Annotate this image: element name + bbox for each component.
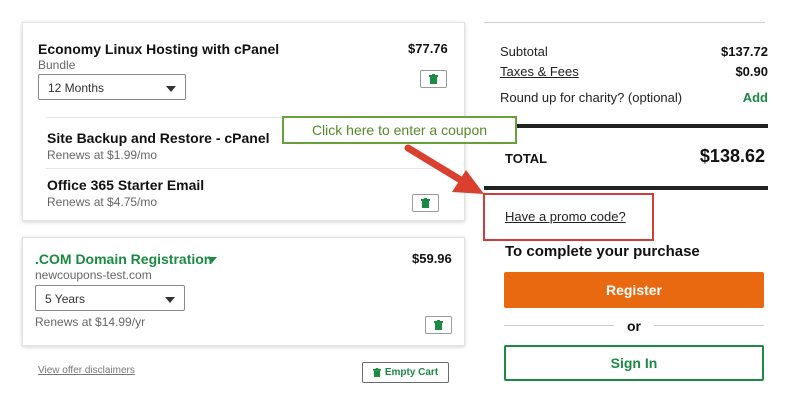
addon-divider (46, 168, 451, 169)
product-price: $77.76 (408, 41, 448, 56)
remove-product-button[interactable] (420, 70, 447, 88)
or-divider-right (654, 325, 764, 326)
term-select-value: 12 Months (48, 81, 105, 95)
chevron-down-icon (165, 297, 175, 303)
charity-label: Round up for charity? (optional) (500, 90, 683, 105)
term-select[interactable]: 12 Months (38, 74, 186, 100)
subtotal-label: Subtotal (500, 44, 548, 59)
addon-name: Site Backup and Restore - cPanel (47, 130, 270, 146)
trash-icon (429, 74, 438, 84)
chevron-down-icon[interactable] (207, 257, 217, 263)
total-label: TOTAL (505, 151, 548, 166)
domain-product-link[interactable]: .COM Domain Registration (35, 251, 212, 267)
taxes-row: Taxes & Fees $0.90 (500, 64, 768, 79)
addon-name: Office 365 Starter Email (47, 177, 205, 193)
domain-term-select[interactable]: 5 Years (35, 285, 185, 311)
or-label: or (627, 318, 641, 334)
product-name: Economy Linux Hosting with cPanel (38, 41, 280, 57)
domain-term-value: 5 Years (45, 292, 86, 306)
charity-row: Round up for charity? (optional) Add (500, 90, 768, 105)
domain-renew: Renews at $14.99/yr (35, 315, 146, 329)
trash-icon (434, 320, 443, 330)
total-bottom-rule (484, 186, 768, 190)
product-type: Bundle (38, 58, 76, 72)
promo-highlight-box (483, 193, 654, 241)
total-top-rule (484, 124, 768, 128)
domain-price: $59.96 (412, 251, 452, 266)
taxes-value: $0.90 (735, 64, 768, 79)
domain-name: newcoupons-test.com (35, 268, 152, 282)
sign-in-button[interactable]: Sign In (504, 345, 764, 381)
remove-domain-button[interactable] (425, 316, 452, 334)
or-divider-left (504, 325, 614, 326)
trash-icon (372, 368, 381, 377)
chevron-down-icon (166, 86, 176, 92)
taxes-fees-link[interactable]: Taxes & Fees (500, 64, 579, 79)
arrow-icon (404, 144, 484, 194)
addon-renew: Renews at $4.75/mo (47, 195, 158, 209)
subtotal-value: $137.72 (721, 44, 768, 59)
summary-top-rule (484, 22, 765, 23)
offer-disclaimers-link[interactable]: View offer disclaimers (38, 365, 135, 376)
empty-cart-button[interactable]: Empty Cart (362, 362, 449, 383)
callout-text: Click here to enter a coupon (311, 122, 488, 138)
complete-purchase-heading: To complete your purchase (505, 243, 700, 260)
register-button[interactable]: Register (504, 272, 764, 308)
empty-cart-label: Empty Cart (384, 367, 439, 378)
subtotal-row: Subtotal $137.72 (500, 44, 768, 59)
addon-renew: Renews at $1.99/mo (47, 148, 158, 162)
total-value: $138.62 (699, 146, 765, 166)
charity-add-button[interactable]: Add (743, 90, 768, 105)
